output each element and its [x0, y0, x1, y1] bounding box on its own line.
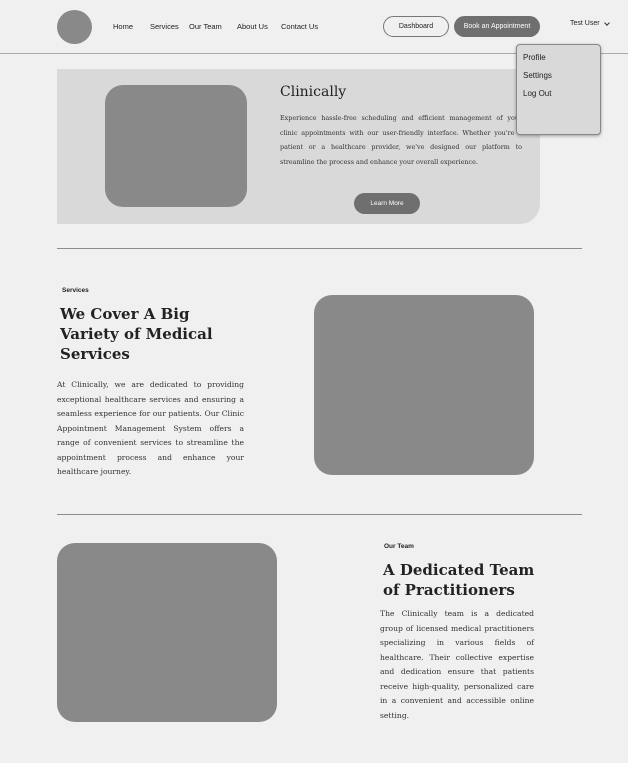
team-image-placeholder: [57, 543, 277, 722]
team-description: The Clinically team is a dedicated group…: [380, 609, 534, 720]
nav-services[interactable]: Services: [150, 22, 179, 31]
services-description: At Clinically, we are dedicated to provi…: [57, 380, 244, 476]
hero-title: Clinically: [280, 84, 347, 100]
dropdown-item-profile[interactable]: Profile: [517, 53, 600, 71]
services-title-line: We Cover A Big: [60, 305, 190, 323]
hero-image-placeholder: [105, 85, 247, 207]
nav-contact-us[interactable]: Contact Us: [281, 22, 318, 31]
services-label: Services: [62, 287, 89, 294]
chevron-down-icon: [603, 19, 610, 26]
services-title: We Cover A Big Variety of Medical Servic…: [60, 304, 213, 364]
team-title: A Dedicated Team of Practitioners: [383, 560, 534, 600]
dropdown-item-logout[interactable]: Log Out: [517, 89, 600, 107]
user-name: Test User: [570, 20, 600, 27]
dashboard-button[interactable]: Dashboard: [383, 16, 449, 37]
services-title-line: Services: [60, 345, 130, 363]
nav-about-us[interactable]: About Us: [237, 22, 268, 31]
user-dropdown-menu: Profile Settings Log Out: [516, 44, 601, 135]
services-image-placeholder: [314, 295, 534, 475]
user-menu[interactable]: Test User: [570, 19, 610, 27]
hero-description: Experience hassle-free scheduling and ef…: [280, 114, 522, 166]
team-label: Our Team: [384, 543, 414, 550]
nav-home[interactable]: Home: [113, 22, 133, 31]
section-divider: [57, 248, 582, 249]
learn-more-button[interactable]: Learn More: [354, 193, 420, 214]
logo[interactable]: [57, 10, 92, 44]
book-appointment-button[interactable]: Book an Appointment: [454, 16, 540, 37]
section-divider: [57, 514, 582, 515]
services-title-line: Variety of Medical: [60, 325, 213, 343]
team-title-line: A Dedicated Team: [383, 561, 535, 579]
dropdown-item-settings[interactable]: Settings: [517, 71, 600, 89]
nav-our-team[interactable]: Our Team: [189, 22, 222, 31]
team-title-line: of Practitioners: [383, 581, 515, 599]
hero-section: Clinically Experience hassle-free schedu…: [57, 69, 540, 224]
